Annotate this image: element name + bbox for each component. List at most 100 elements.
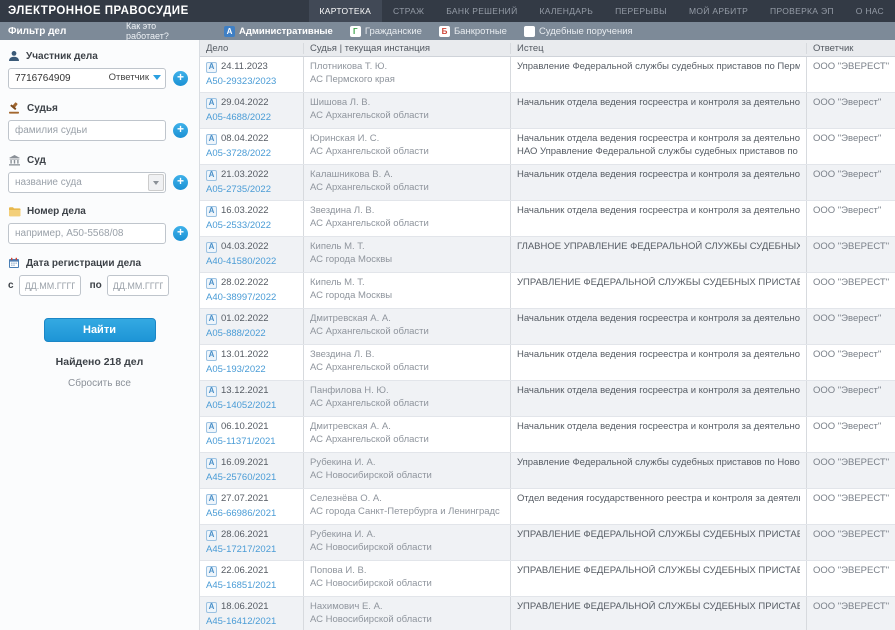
- table-row[interactable]: А 29.04.2022 А05-4688/2022 Шишова Л. В. …: [200, 93, 895, 129]
- defendant-text: ООО "ЭВЕРЕСТ": [813, 565, 889, 578]
- add-court-filter-button[interactable]: [173, 175, 188, 190]
- court-filter-label: Суд: [8, 154, 199, 166]
- case-number-link[interactable]: А05-888/2022: [206, 328, 297, 341]
- case-category-tab[interactable]: Б Банкротные: [439, 26, 507, 37]
- defendant-text: ООО "Эверест": [813, 313, 889, 326]
- case-date: 27.07.2021: [221, 493, 269, 506]
- table-row[interactable]: А 13.12.2021 А05-14052/2021 Панфилова Н.…: [200, 381, 895, 417]
- case-category-tab[interactable]: Судебные поручения: [524, 26, 633, 37]
- judge-name: Панфилова Н. Ю.: [310, 385, 504, 398]
- case-number-link[interactable]: А05-11371/2021: [206, 436, 297, 449]
- defendant-text: ООО "Эверест": [813, 169, 889, 182]
- defendant-text: ООО "ЭВЕРЕСТ": [813, 457, 889, 470]
- header-judge: Судья | текущая инстанция: [303, 43, 510, 54]
- top-nav-item-label: БАНК РЕШЕНИЙ: [446, 6, 517, 16]
- table-row[interactable]: А 13.01.2022 А05-193/2022 Звездина Л. В.…: [200, 345, 895, 381]
- plaintiff-text: Начальник отдела ведения госреестра и ко…: [517, 205, 800, 218]
- case-number-link[interactable]: А45-25760/2021: [206, 472, 297, 485]
- table-row[interactable]: А 27.07.2021 А56-66986/2021 Селезнёва О.…: [200, 489, 895, 525]
- top-nav-item[interactable]: БАНК РЕШЕНИЙ: [435, 0, 528, 22]
- how-it-works-link[interactable]: Как это работает?: [126, 21, 198, 41]
- table-row[interactable]: А 08.04.2022 А05-3728/2022 Юринская И. С…: [200, 129, 895, 165]
- defendant-text: ООО "Эверест": [813, 385, 889, 398]
- case-number-link[interactable]: А50-29323/2023: [206, 76, 297, 89]
- case-number-link[interactable]: А40-38997/2022: [206, 292, 297, 305]
- case-number-link[interactable]: А45-16412/2021: [206, 616, 297, 629]
- top-nav: КАРТОТЕКА СТРАЖ БАНК РЕШЕНИЙ КАЛЕНДАРЬ П…: [309, 0, 895, 22]
- case-number-link[interactable]: А56-66986/2021: [206, 508, 297, 521]
- case-type-icon: А: [206, 314, 217, 325]
- case-category-icon: Б: [439, 26, 450, 37]
- table-row[interactable]: А 16.03.2022 А05-2533/2022 Звездина Л. В…: [200, 201, 895, 237]
- table-row[interactable]: А 04.03.2022 А40-41580/2022 Кипель М. Т.…: [200, 237, 895, 273]
- table-row[interactable]: А 22.06.2021 А45-16851/2021 Попова И. В.…: [200, 561, 895, 597]
- top-nav-item-label: КАРТОТЕКА: [320, 6, 372, 16]
- table-row[interactable]: А 06.10.2021 А05-11371/2021 Дмитревская …: [200, 417, 895, 453]
- table-row[interactable]: А 28.02.2022 А40-38997/2022 Кипель М. Т.…: [200, 273, 895, 309]
- defendant-text: ООО "ЭВЕРЕСТ": [813, 529, 889, 542]
- top-bar: ЭЛЕКТРОННОЕ ПРАВОСУДИЕ КАРТОТЕКА СТРАЖ Б…: [0, 0, 895, 22]
- date-from-input[interactable]: [19, 275, 81, 296]
- court-name: АС Новосибирской области: [310, 614, 504, 627]
- add-judge-filter-button[interactable]: [173, 123, 188, 138]
- court-name: АС Архангельской области: [310, 218, 504, 231]
- plaintiff-text: Управление Федеральной службы судебных п…: [517, 61, 800, 74]
- top-nav-item[interactable]: ПЕРЕРЫВЫ: [604, 0, 678, 22]
- judge-filter-label: Судья: [8, 102, 199, 114]
- table-row[interactable]: А 01.02.2022 А05-888/2022 Дмитревская А.…: [200, 309, 895, 345]
- table-row[interactable]: А 24.11.2023 А50-29323/2023 Плотникова Т…: [200, 57, 895, 93]
- add-case-number-filter-button[interactable]: [173, 226, 188, 241]
- judge-name: Калашникова В. А.: [310, 169, 504, 182]
- reset-all-link[interactable]: Сбросить все: [0, 378, 199, 389]
- folder-icon: [8, 206, 21, 217]
- header-defendant: Ответчик: [806, 43, 895, 54]
- search-button[interactable]: Найти: [44, 318, 156, 342]
- chevron-down-icon: [153, 181, 159, 185]
- case-type-icon: А: [206, 602, 217, 613]
- table-row[interactable]: А 16.09.2021 А45-25760/2021 Рубекина И. …: [200, 453, 895, 489]
- court-input[interactable]: [8, 172, 166, 193]
- case-number-link[interactable]: А45-17217/2021: [206, 544, 297, 557]
- top-nav-item[interactable]: МОЙ АРБИТР: [678, 0, 759, 22]
- case-category-icon: Г: [350, 26, 361, 37]
- participant-role-dropdown[interactable]: Ответчик: [109, 72, 161, 83]
- court-dropdown-button[interactable]: [148, 174, 164, 191]
- case-number-link[interactable]: А05-2533/2022: [206, 220, 297, 233]
- case-type-icon: А: [206, 134, 217, 145]
- court-name: АС Новосибирской области: [310, 578, 504, 591]
- date-from-label: с: [8, 280, 14, 291]
- case-category-label: Банкротные: [454, 26, 507, 37]
- table-row[interactable]: А 21.03.2022 А05-2735/2022 Калашникова В…: [200, 165, 895, 201]
- case-number-link[interactable]: А05-4688/2022: [206, 112, 297, 125]
- table-row[interactable]: А 28.06.2021 А45-17217/2021 Рубекина И. …: [200, 525, 895, 561]
- date-to-input[interactable]: [107, 275, 169, 296]
- case-number-input[interactable]: [8, 223, 166, 244]
- court-name: АС города Санкт-Петербурга и Ленинградс: [310, 506, 504, 519]
- case-number-filter-label: Номер дела: [8, 206, 199, 217]
- defendant-text: ООО "ЭВЕРЕСТ": [813, 493, 889, 506]
- judge-name: Звездина Л. В.: [310, 205, 504, 218]
- table-row[interactable]: А 18.06.2021 А45-16412/2021 Нахимович Е.…: [200, 597, 895, 630]
- case-number-link[interactable]: А05-193/2022: [206, 364, 297, 377]
- add-participant-filter-button[interactable]: [173, 71, 188, 86]
- case-date: 01.02.2022: [221, 313, 269, 326]
- judge-input[interactable]: [8, 120, 166, 141]
- case-category-tab[interactable]: Г Гражданские: [350, 26, 422, 37]
- case-number-link[interactable]: А05-2735/2022: [206, 184, 297, 197]
- person-icon: [8, 50, 20, 62]
- case-number-link[interactable]: А40-41580/2022: [206, 256, 297, 269]
- top-nav-item[interactable]: КАЛЕНДАРЬ: [529, 0, 605, 22]
- case-type-icon: А: [206, 350, 217, 361]
- judge-name: Кипель М. Т.: [310, 277, 504, 290]
- top-nav-item[interactable]: О НАС: [845, 0, 895, 22]
- court-name: АС Архангельской области: [310, 146, 504, 159]
- top-nav-item[interactable]: КАРТОТЕКА: [309, 0, 383, 22]
- case-number-link[interactable]: А05-14052/2021: [206, 400, 297, 413]
- top-nav-item-label: КАЛЕНДАРЬ: [540, 6, 594, 16]
- case-number-link[interactable]: А05-3728/2022: [206, 148, 297, 161]
- top-nav-item[interactable]: СТРАЖ: [382, 0, 435, 22]
- plaintiff-text: Начальник отдела ведения госреестра и ко…: [517, 349, 800, 362]
- case-number-link[interactable]: А45-16851/2021: [206, 580, 297, 593]
- case-category-tab[interactable]: А Административные: [224, 26, 333, 37]
- top-nav-item[interactable]: ПРОВЕРКА ЭП: [759, 0, 845, 22]
